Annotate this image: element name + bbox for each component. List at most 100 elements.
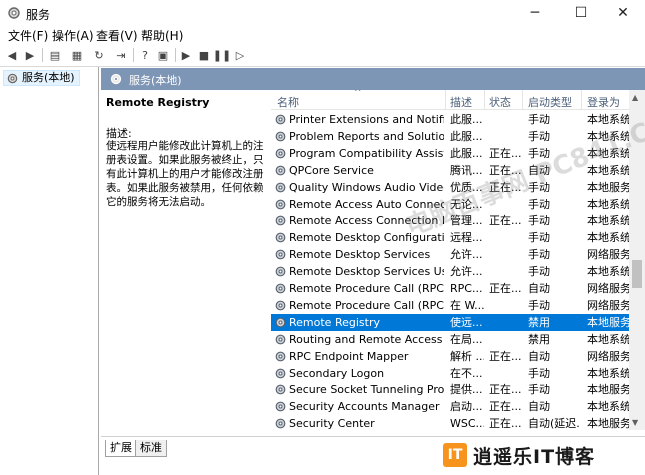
cell-name: Remote Access Auto Connectio...	[289, 197, 444, 211]
table-row[interactable]: Remote Access Connection Ma... 管理... 正在...…	[271, 212, 629, 229]
table-row[interactable]: Secondary Logon 在不... 手动 本地系统	[271, 365, 629, 382]
help-icon[interactable]: ?	[137, 47, 153, 63]
cell-logon-as: 网络服务	[587, 298, 629, 312]
column-header-logon-as[interactable]: 登录为	[587, 94, 620, 110]
cell-description: 此服...	[450, 113, 483, 126]
refresh-icon[interactable]: ↻	[91, 47, 107, 63]
start-service-icon[interactable]: ▶	[178, 47, 194, 63]
table-row[interactable]: Printer Extensions and Notificat... 此服...…	[271, 111, 629, 128]
service-gear-icon	[275, 182, 286, 192]
show-hide-tree-icon[interactable]: ▤	[47, 47, 63, 63]
scroll-thumb[interactable]	[632, 260, 642, 288]
table-row[interactable]: RPC Endpoint Mapper 解析 ... 正在... 自动 网络服务	[271, 348, 629, 365]
scroll-up-arrow-icon[interactable]: ▲	[632, 93, 638, 102]
cell-startup-type: 手动	[528, 231, 550, 245]
table-row[interactable]: Program Compatibility Assistan... 此服... 正在…	[271, 145, 629, 162]
table-row[interactable]: Remote Desktop Services 允许... 手动 网络服务	[271, 246, 629, 263]
minimize-button[interactable]: ─	[512, 0, 558, 26]
tree-item-services-local[interactable]: 服务(本地)	[3, 70, 80, 86]
column-divider[interactable]	[445, 90, 446, 110]
menu-help[interactable]: 帮助(H)	[141, 27, 183, 44]
cell-logon-as: 本地服务	[587, 180, 629, 194]
cell-logon-as: 本地系统	[587, 146, 629, 160]
cell-name: Program Compatibility Assistan...	[289, 146, 444, 160]
table-row[interactable]: Remote Procedure Call (RPC) L... 在 W... 手动…	[271, 297, 629, 314]
cell-startup-type: 手动	[528, 298, 550, 312]
column-header-startup-type[interactable]: 启动类型	[528, 94, 572, 110]
view-icon[interactable]: ▣	[155, 47, 171, 63]
table-row[interactable]: Quality Windows Audio Video E... 优质... 正在.…	[271, 179, 629, 196]
cell-description: WSC...	[450, 417, 484, 430]
service-gear-icon	[275, 384, 286, 395]
cell-description: 无论...	[450, 197, 483, 211]
service-gear-icon	[275, 418, 286, 429]
cell-description: 在局...	[450, 332, 483, 346]
cell-startup-type: 手动	[528, 265, 550, 279]
toolbar: ◀ ▶ ▤ ▦ ↻ ⇥ ? ▣ ▶ ■ ❚❚ ▷	[0, 45, 645, 67]
logo-mark-icon: IT	[443, 443, 467, 467]
column-divider[interactable]	[581, 90, 582, 110]
table-row[interactable]: Remote Registry 使远... 禁用 本地服务	[271, 313, 629, 331]
menu-file[interactable]: 文件(F)	[8, 27, 48, 44]
tab-standard[interactable]: 标准	[135, 440, 167, 457]
close-button[interactable]: ✕	[600, 0, 645, 26]
cell-status: 正在...	[489, 180, 521, 194]
forward-arrow-icon[interactable]: ▶	[22, 47, 38, 63]
cell-description: 允许...	[450, 248, 483, 262]
table-row[interactable]: Remote Desktop Services User... 允许... 手动 本地…	[271, 263, 629, 280]
table-row[interactable]: Security Center WSC... 正在... 自动(延迟... 本地服务	[271, 415, 629, 430]
service-gear-icon	[275, 300, 286, 311]
table-row[interactable]: Problem Reports and Solutions... 此服... 手动 本…	[271, 128, 629, 145]
stop-service-icon[interactable]: ■	[196, 47, 212, 63]
table-row[interactable]: Security Accounts Manager 启动... 正在... 自动 本地系…	[271, 398, 629, 415]
table-header: ^ 名称 描述 状态 启动类型 登录为	[271, 90, 629, 110]
cell-name: QPCore Service	[289, 163, 374, 177]
column-header-name[interactable]: 名称	[277, 94, 299, 110]
table-row[interactable]: QPCore Service 腾讯... 正在... 自动 本地系统	[271, 162, 629, 179]
restart-service-icon[interactable]: ▷	[232, 47, 248, 63]
cell-startup-type: 自动(延迟...	[528, 417, 580, 430]
cell-startup-type: 自动	[528, 349, 550, 363]
properties-icon[interactable]: ▦	[69, 47, 85, 63]
cell-name: Remote Access Connection Ma...	[289, 214, 444, 228]
cell-name: Routing and Remote Access	[289, 332, 443, 346]
maximize-button[interactable]: ☐	[558, 0, 604, 26]
cell-startup-type: 手动	[528, 146, 550, 160]
scroll-down-arrow-icon[interactable]: ▼	[632, 418, 638, 427]
tree-item-label: 服务(本地)	[22, 71, 75, 84]
cell-startup-type: 自动	[528, 163, 550, 177]
main-header-title: 服务(本地)	[129, 74, 182, 87]
cell-name: Remote Desktop Services User...	[289, 265, 444, 279]
table-row[interactable]: Routing and Remote Access 在局... 禁用 本地系统	[271, 331, 629, 348]
table-row[interactable]: Remote Procedure Call (RPC) RPC... 正在... 自动…	[271, 280, 629, 297]
column-divider[interactable]	[522, 90, 523, 110]
toolbar-separator	[133, 48, 134, 62]
table-row[interactable]: Secure Socket Tunneling Protoc... 提供... 正在…	[271, 381, 629, 398]
cell-startup-type: 禁用	[528, 332, 550, 346]
tab-extended[interactable]: 扩展	[105, 440, 137, 457]
pause-service-icon[interactable]: ❚❚	[213, 47, 231, 63]
title-bar: 服务 ─ ☐ ✕	[0, 0, 645, 26]
service-gear-icon	[275, 165, 286, 176]
export-list-icon[interactable]: ⇥	[113, 47, 129, 63]
menu-action[interactable]: 操作(A)	[52, 27, 94, 44]
column-header-description[interactable]: 描述	[450, 94, 472, 110]
table-row[interactable]: Remote Access Auto Connectio... 无论... 手动 本地…	[271, 196, 629, 213]
window-title: 服务	[26, 8, 51, 22]
services-gear-icon	[8, 7, 20, 19]
vertical-scrollbar[interactable]: ▲ ▼	[629, 90, 645, 430]
menu-view[interactable]: 查看(V)	[96, 27, 138, 44]
back-arrow-icon[interactable]: ◀	[4, 47, 20, 63]
cell-logon-as: 本地系统	[587, 265, 629, 279]
sort-ascending-icon: ^	[354, 90, 362, 98]
cell-status: 正在...	[489, 282, 521, 295]
column-divider[interactable]	[484, 90, 485, 110]
cell-logon-as: 本地服务	[587, 315, 629, 329]
column-header-status[interactable]: 状态	[489, 94, 511, 110]
cell-startup-type: 自动	[528, 400, 550, 414]
cell-status: 正在...	[489, 146, 521, 160]
cell-logon-as: 本地系统	[587, 400, 629, 414]
table-row[interactable]: Remote Desktop Configuration 远程... 手动 本地系统	[271, 229, 629, 246]
toolbar-separator	[42, 48, 43, 62]
cell-description: 此服...	[450, 129, 483, 143]
